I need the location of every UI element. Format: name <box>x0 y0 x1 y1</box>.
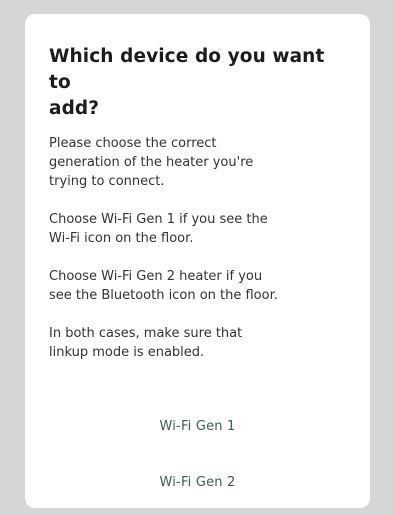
wifi-gen1-button[interactable]: Wi-Fi Gen 1 <box>25 398 370 454</box>
dialog-title: Which device do you want to add? <box>49 46 325 119</box>
wifi-gen2-button[interactable]: Wi-Fi Gen 2 <box>25 454 370 510</box>
dialog-instruction-text: Please choose the correct generation of … <box>49 136 254 189</box>
gen2-hint-text: Choose Wi-Fi Gen 2 heater if you see the… <box>49 269 278 303</box>
linkup-mode-hint-text: In both cases, make sure that linkup mod… <box>49 326 243 360</box>
dialog-actions: Wi-Fi Gen 1 Wi-Fi Gen 2 <box>25 398 370 510</box>
device-selection-dialog: Which device do you want to add? Please … <box>25 14 370 508</box>
gen1-hint-text: Choose Wi-Fi Gen 1 if you see the Wi-Fi … <box>49 212 268 246</box>
